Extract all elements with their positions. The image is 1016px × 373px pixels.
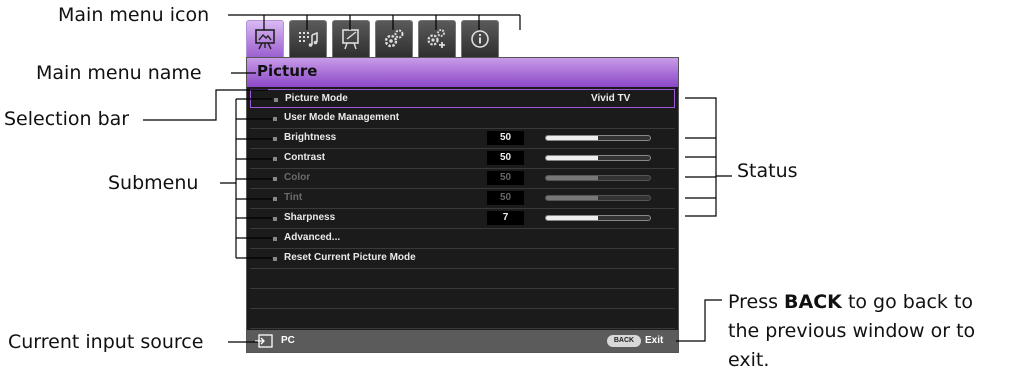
callout-submenu: Submenu	[108, 172, 199, 194]
contrast-value: 50	[487, 151, 524, 165]
item-bullet	[273, 117, 277, 121]
osd-menu-panel: Picture Picture Mode Vivid TV User Mode …	[246, 57, 679, 353]
slider-fill	[546, 196, 598, 200]
input-source-icon	[255, 334, 273, 348]
menu-item-label: Advanced...	[284, 232, 341, 243]
current-input-source: PC	[281, 335, 295, 346]
menu-item-reset-current-picture-mode[interactable]: Reset Current Picture Mode	[250, 249, 675, 269]
slider-fill	[546, 136, 598, 140]
osd-footer: PC BACK Exit	[247, 330, 678, 352]
brightness-value: 50	[487, 131, 524, 145]
menu-item-picture-mode[interactable]: Picture Mode Vivid TV	[250, 89, 675, 108]
empty-row	[250, 289, 675, 309]
slider-fill	[546, 156, 598, 160]
callout-main-menu-name: Main menu name	[36, 62, 202, 84]
callout-main-menu-icon: Main menu icon	[58, 4, 210, 26]
contrast-slider[interactable]	[545, 155, 651, 161]
tab-system-setup-basic[interactable]	[375, 20, 413, 58]
tab-system-setup-advanced[interactable]	[418, 20, 456, 58]
item-bullet	[273, 257, 277, 261]
slider-fill	[546, 176, 598, 180]
brightness-slider[interactable]	[545, 135, 651, 141]
callout-back-line1: Press BACK to go back to	[728, 291, 974, 313]
tint-slider	[545, 195, 651, 201]
item-bullet	[273, 177, 277, 181]
main-menu-header: Picture	[247, 58, 678, 87]
system-setup-advanced-icon	[427, 29, 445, 48]
exit-label: Exit	[645, 335, 664, 346]
item-bullet	[274, 98, 278, 102]
menu-item-advanced[interactable]: Advanced...	[250, 229, 675, 249]
color-value: 50	[487, 171, 524, 185]
item-bullet	[273, 237, 277, 241]
system-setup-basic-icon	[384, 29, 404, 48]
picture-mode-value: Vivid TV	[591, 93, 631, 104]
menu-item-user-mode-management[interactable]: User Mode Management	[250, 109, 675, 129]
back-button-icon[interactable]: BACK	[607, 335, 641, 347]
item-bullet	[273, 197, 277, 201]
picture-icon	[255, 29, 275, 50]
menu-item-label: Color	[284, 172, 311, 183]
sharpness-slider[interactable]	[545, 215, 651, 221]
item-bullet	[273, 217, 277, 221]
menu-item-tint: Tint 50	[250, 189, 675, 209]
menu-item-label: Picture Mode	[285, 93, 348, 104]
callout-selection-bar: Selection bar	[4, 108, 130, 130]
menu-item-label: Contrast	[284, 152, 326, 163]
item-bullet	[273, 137, 277, 141]
slider-fill	[546, 216, 598, 220]
tab-audio-settings[interactable]	[289, 20, 327, 58]
menu-item-brightness[interactable]: Brightness 50	[250, 129, 675, 149]
tab-information[interactable]	[461, 20, 499, 58]
information-icon	[471, 30, 489, 48]
menu-item-contrast[interactable]: Contrast 50	[250, 149, 675, 169]
callout-back-line3: exit.	[728, 349, 770, 371]
menu-item-sharpness[interactable]: Sharpness 7	[250, 209, 675, 229]
main-menu-tabs	[246, 20, 504, 58]
item-bullet	[273, 157, 277, 161]
tab-picture[interactable]	[246, 20, 284, 58]
menu-item-color: Color 50	[250, 169, 675, 189]
tint-value: 50	[487, 191, 524, 205]
sharpness-value: 7	[487, 211, 524, 225]
menu-item-label: Tint	[284, 192, 303, 203]
callout-status: Status	[737, 160, 798, 182]
menu-item-label: Brightness	[284, 132, 337, 143]
audio-settings-icon	[299, 31, 318, 47]
callout-current-input-source: Current input source	[8, 331, 204, 353]
display-icon	[342, 29, 359, 50]
empty-row	[250, 269, 675, 289]
menu-item-label: Reset Current Picture Mode	[284, 252, 416, 263]
main-menu-name: Picture	[257, 62, 318, 80]
menu-item-label: Sharpness	[284, 212, 336, 223]
color-slider	[545, 175, 651, 181]
back-key-label: BACK	[784, 291, 842, 313]
callout-back-line2: the previous window or to	[728, 320, 976, 342]
menu-item-label: User Mode Management	[284, 112, 400, 123]
empty-row	[250, 309, 675, 329]
tab-display[interactable]	[332, 20, 370, 58]
